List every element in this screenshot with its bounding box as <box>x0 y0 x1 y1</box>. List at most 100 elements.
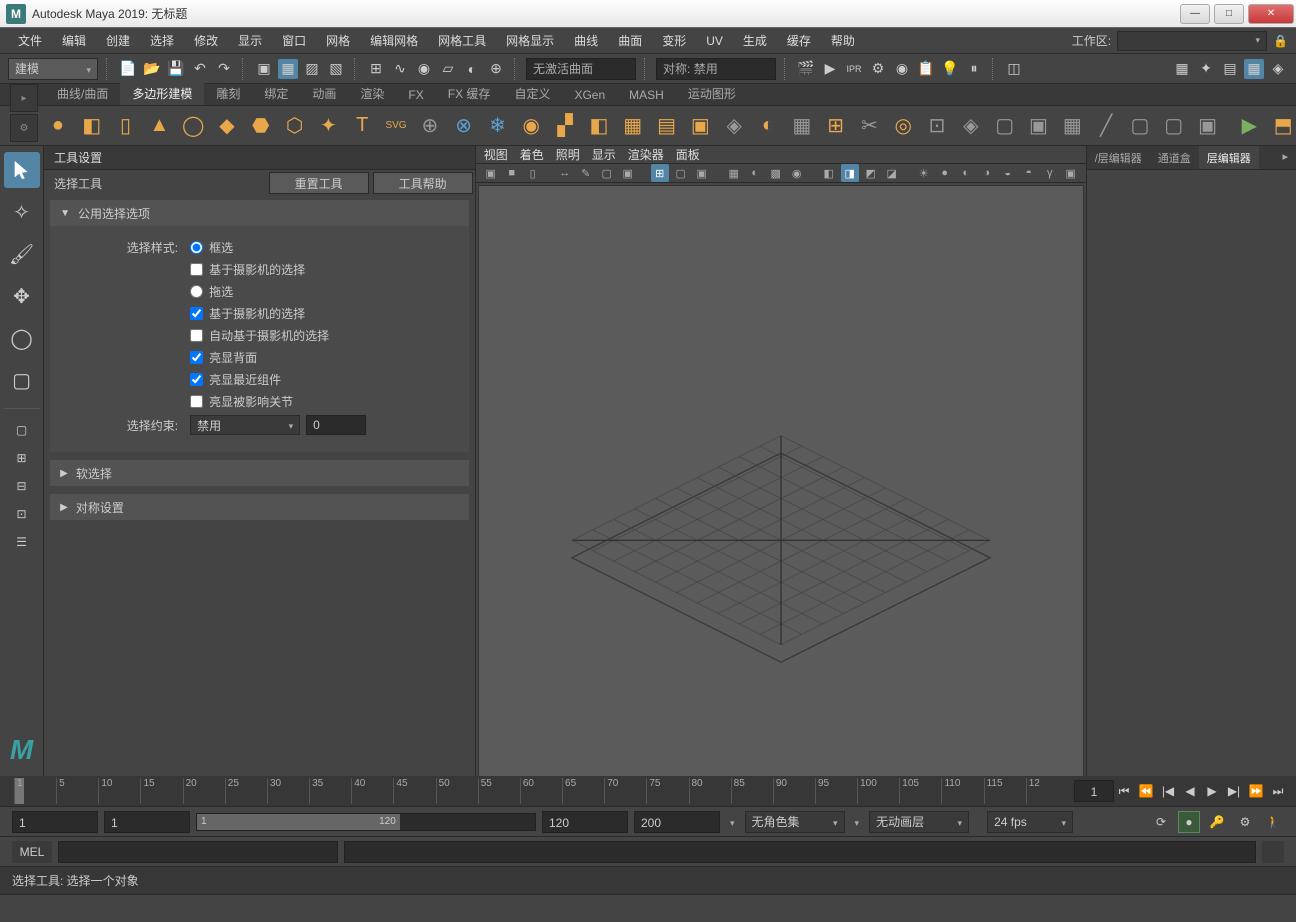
vp-dof-icon[interactable]: ◒ <box>999 164 1017 182</box>
go-to-start-icon[interactable]: ⏮ <box>1114 781 1134 801</box>
highlight-affected-checkbox[interactable] <box>190 395 203 408</box>
rotate-tool[interactable]: ◯ <box>4 320 40 356</box>
snap-live-icon[interactable]: ◐ <box>462 59 482 79</box>
common-select-options-header[interactable]: ▼公用选择选项 <box>50 200 469 226</box>
menu-editmesh[interactable]: 编辑网格 <box>360 28 428 53</box>
vp-grid-icon[interactable]: ⊞ <box>651 164 669 182</box>
tab-channel-box[interactable]: 通道盒 <box>1150 146 1199 169</box>
snap-plane-icon[interactable]: ▱ <box>438 59 458 79</box>
menu-windows[interactable]: 窗口 <box>272 28 316 53</box>
uv-editor-icon[interactable]: ▦ <box>1059 112 1085 140</box>
spherical-uv-icon[interactable]: ▣ <box>1195 112 1221 140</box>
menu-create[interactable]: 创建 <box>96 28 140 53</box>
menu-edit[interactable]: 编辑 <box>52 28 96 53</box>
soft-select-header[interactable]: ▶软选择 <box>50 460 469 486</box>
vp-select-camera-icon[interactable]: ▣ <box>482 164 500 182</box>
vp-isolate-icon[interactable]: ◧ <box>820 164 838 182</box>
layout-four-icon[interactable]: ⊞ <box>4 447 40 469</box>
anim-start-field[interactable]: 1 <box>12 811 98 833</box>
menu-uv[interactable]: UV <box>696 30 733 52</box>
poly-disc-icon[interactable]: ⬣ <box>248 112 274 140</box>
auto-camera-checkbox[interactable] <box>190 329 203 342</box>
ipr-render-icon[interactable]: IPR <box>844 59 864 79</box>
shelf-tab-motiongraphics[interactable]: 运动图形 <box>676 82 748 105</box>
toggle-tool-icon[interactable]: ✦ <box>1196 59 1216 79</box>
vp-xray-joints-icon[interactable]: ◩ <box>862 164 880 182</box>
vp-film-origin-icon[interactable]: ▢ <box>672 164 690 182</box>
play-backward-icon[interactable]: ◀ <box>1180 781 1200 801</box>
bridge-icon[interactable]: ▤ <box>654 112 680 140</box>
highlight-backfaces-checkbox[interactable] <box>190 351 203 364</box>
render-icon[interactable]: ▶ <box>820 59 840 79</box>
poly-sphere-icon[interactable]: ● <box>45 112 71 140</box>
snap-together-icon[interactable]: ❄ <box>485 112 511 140</box>
paint-select-tool[interactable]: 🖌 <box>4 236 40 272</box>
light-editor-icon[interactable]: 💡 <box>940 59 960 79</box>
auto-key-icon[interactable]: ● <box>1178 811 1200 833</box>
menu-deform[interactable]: 变形 <box>652 28 696 53</box>
freeze-icon[interactable]: ⊗ <box>451 112 477 140</box>
shelf-tab-rendering[interactable]: 渲染 <box>348 82 396 105</box>
menu-modify[interactable]: 修改 <box>184 28 228 53</box>
menu-display[interactable]: 显示 <box>228 28 272 53</box>
redo-icon[interactable]: ↷ <box>214 59 234 79</box>
hypershade-icon[interactable]: ◉ <box>892 59 912 79</box>
drag-radio[interactable] <box>190 285 203 298</box>
shelf-options-icon[interactable]: ⚙ <box>10 114 38 142</box>
expose-icon[interactable]: ◫ <box>1004 59 1024 79</box>
current-frame-field[interactable]: 1 <box>1074 780 1114 802</box>
menu-mesh[interactable]: 网格 <box>316 28 360 53</box>
mirror-icon[interactable]: ◈ <box>721 112 747 140</box>
vp-textured-icon[interactable]: ▩ <box>767 164 785 182</box>
select-hierarchy-icon[interactable]: ▣ <box>254 59 274 79</box>
menu-help[interactable]: 帮助 <box>821 28 865 53</box>
poly-cube-icon[interactable]: ◧ <box>79 112 105 140</box>
vp-image-plane-icon[interactable]: ▯ <box>524 164 542 182</box>
lasso-tool[interactable]: ✧ <box>4 194 40 230</box>
range-bar[interactable]: 1120 <box>196 813 536 831</box>
shelf-tab-custom[interactable]: 自定义 <box>502 82 562 105</box>
vp-safe-action-icon[interactable]: ▣ <box>693 164 711 182</box>
render-setup-icon[interactable]: 📋 <box>916 59 936 79</box>
boolean-icon[interactable]: ◧ <box>586 112 612 140</box>
drag-camera-checkbox[interactable] <box>190 307 203 320</box>
select-constraint-dropdown[interactable]: 禁用 <box>190 415 300 435</box>
right-panel-collapse-icon[interactable]: ▸ <box>1274 146 1296 169</box>
anim-end-field[interactable]: 200 <box>634 811 720 833</box>
auto-uv-icon[interactable]: ▢ <box>1127 112 1153 140</box>
multicut-icon[interactable]: ✂ <box>857 112 883 140</box>
separate-icon[interactable]: ▞ <box>552 112 578 140</box>
snap-point-icon[interactable]: ◉ <box>414 59 434 79</box>
cleanup-icon[interactable]: ◈ <box>958 112 984 140</box>
open-scene-icon[interactable]: 📂 <box>142 59 162 79</box>
playback-end-field[interactable]: 120 <box>542 811 628 833</box>
poly-torus-icon[interactable]: ◯ <box>180 112 206 140</box>
shelf-tab-curves[interactable]: 曲线/曲面 <box>45 82 120 105</box>
step-forward-key-icon[interactable]: ⏩ <box>1246 781 1266 801</box>
shelf-tab-toggle[interactable]: ▸ <box>10 84 38 112</box>
poly-plane-icon[interactable]: ◆ <box>214 112 240 140</box>
menu-surfaces[interactable]: 曲面 <box>608 28 652 53</box>
vp-menu-lighting[interactable]: 照明 <box>556 146 580 163</box>
step-back-key-icon[interactable]: ⏪ <box>1136 781 1156 801</box>
tab-layer-editor[interactable]: 层编辑器 <box>1199 146 1259 169</box>
vp-wireframe-icon[interactable]: ▦ <box>725 164 743 182</box>
vp-show-icon[interactable]: ◪ <box>883 164 901 182</box>
play-forward-icon[interactable]: ▶ <box>1202 781 1222 801</box>
vp-menu-view[interactable]: 视图 <box>484 146 508 163</box>
menu-generate[interactable]: 生成 <box>733 28 777 53</box>
toggle-channel-icon[interactable]: ▤ <box>1220 59 1240 79</box>
close-button[interactable]: ✕ <box>1248 4 1294 24</box>
smooth-icon[interactable]: ◐ <box>755 112 781 140</box>
symmetry-settings-header[interactable]: ▶对称设置 <box>50 494 469 520</box>
shelf-tab-animation[interactable]: 动画 <box>300 82 348 105</box>
bevel-icon[interactable]: ▣ <box>687 112 713 140</box>
vp-2d-pan-icon[interactable]: ↔ <box>556 164 574 182</box>
step-back-icon[interactable]: |◀ <box>1158 781 1178 801</box>
shelf-tab-polymodel[interactable]: 多边形建模 <box>120 82 204 105</box>
highlight-nearest-checkbox[interactable] <box>190 373 203 386</box>
select-tool[interactable] <box>4 152 40 188</box>
time-slider[interactable]: 1510152025303540455055606570758085909510… <box>0 776 1296 806</box>
cylindrical-uv-icon[interactable]: ▢ <box>1161 112 1187 140</box>
vp-menu-panels[interactable]: 面板 <box>676 146 700 163</box>
